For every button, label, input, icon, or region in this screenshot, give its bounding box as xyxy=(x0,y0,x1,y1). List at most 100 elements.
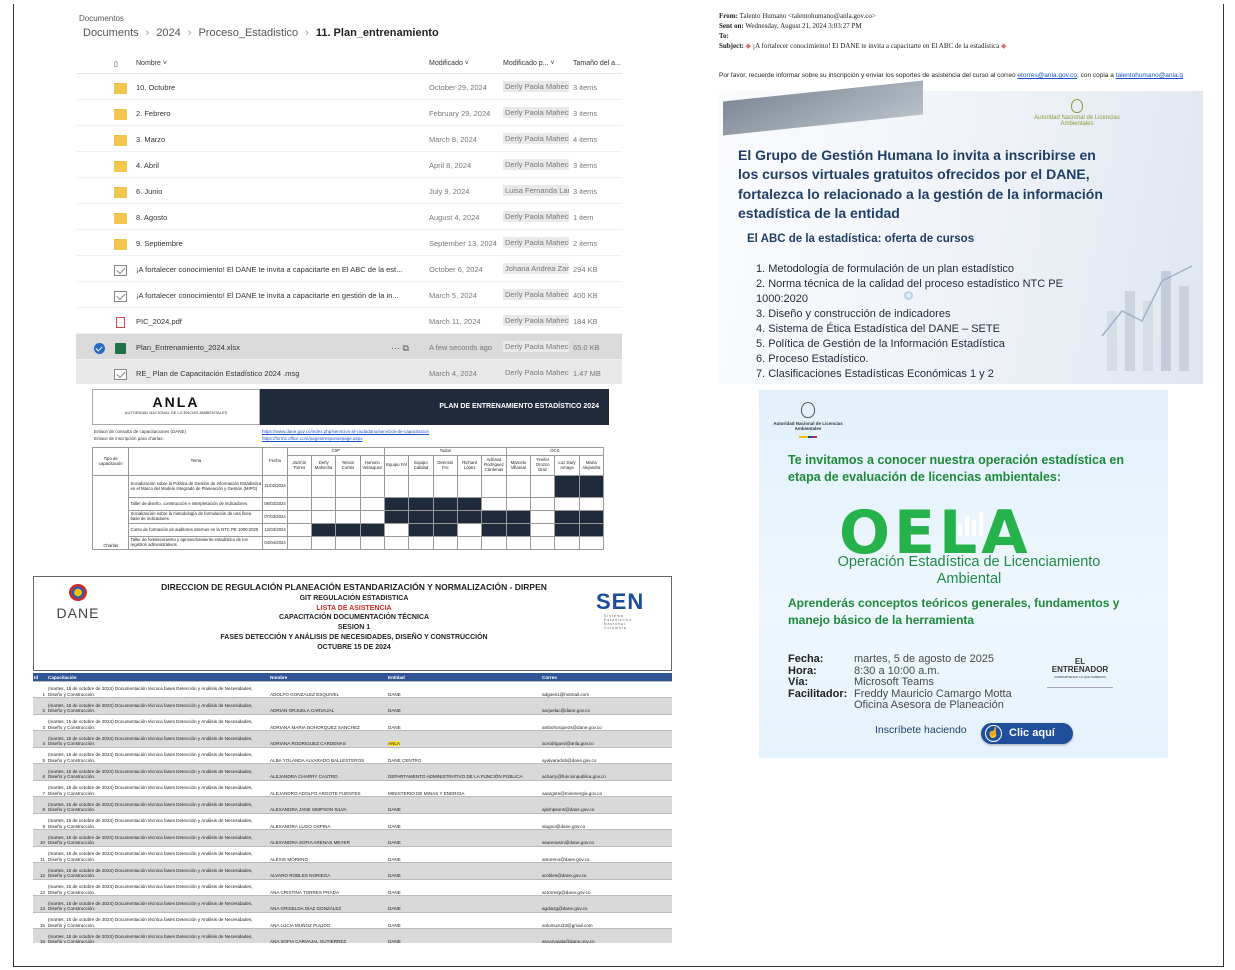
attendance-cell[interactable] xyxy=(310,510,337,524)
attendance-cell[interactable] xyxy=(286,475,312,498)
file-row[interactable]: PIC_2024.pdf March 11, 2024 Derly Paola Ma… xyxy=(76,308,622,334)
attendance-cell[interactable] xyxy=(578,523,605,537)
file-row[interactable]: 9. Septiembre September 13, 2024 Derly Pao… xyxy=(76,230,622,256)
attendance-cell[interactable] xyxy=(383,536,410,550)
attendance-cell[interactable] xyxy=(383,510,410,524)
file-name[interactable]: 6. Junio xyxy=(136,187,416,196)
attendance-cell[interactable] xyxy=(359,475,385,498)
file-row[interactable]: ¡A fortalecer conocimiento! El DANE te i… xyxy=(76,256,622,282)
attendance-cell[interactable] xyxy=(505,523,531,537)
attendance-cell[interactable] xyxy=(408,475,434,498)
attendance-cell[interactable] xyxy=(408,497,434,511)
attendance-cell[interactable] xyxy=(286,523,312,537)
attendance-cell[interactable] xyxy=(335,475,361,498)
attendance-cell[interactable] xyxy=(578,536,605,550)
attendance-cell[interactable] xyxy=(456,475,483,498)
file-row[interactable]: 4. Abril April 8, 2024 Derly Paola Mahecha… xyxy=(76,152,622,178)
column-size[interactable]: Tamaño del a... xyxy=(573,60,621,67)
attendance-cell[interactable] xyxy=(529,497,556,511)
attendance-cell[interactable] xyxy=(359,536,385,550)
attendance-cell[interactable] xyxy=(456,523,483,537)
attendance-cell[interactable] xyxy=(335,523,361,537)
attendance-cell[interactable] xyxy=(481,475,507,498)
column-modified-by[interactable]: Modificado p... ˅ xyxy=(503,60,555,67)
attendance-cell[interactable] xyxy=(529,536,556,550)
attendance-cell[interactable] xyxy=(310,523,337,537)
attendance-cell[interactable] xyxy=(505,475,531,498)
attendance-cell[interactable] xyxy=(432,510,458,524)
column-name[interactable]: Nombre ˅ xyxy=(136,60,167,67)
attendance-cell[interactable] xyxy=(578,497,605,511)
file-row[interactable]: 8. Agosto August 4, 2024 Derly Paola Mahec… xyxy=(76,204,622,230)
attendance-cell[interactable] xyxy=(286,536,312,550)
file-row[interactable]: RE_ Plan de Capacitación Estadístico 202… xyxy=(76,360,622,384)
attendance-cell[interactable] xyxy=(481,523,507,537)
attendance-cell[interactable] xyxy=(578,475,605,498)
breadcrumb-2024[interactable]: 2024 xyxy=(156,27,180,39)
selected-check-icon[interactable] xyxy=(94,343,105,354)
attendance-cell[interactable] xyxy=(359,510,385,524)
attendance-cell[interactable] xyxy=(383,497,410,511)
attendance-cell[interactable] xyxy=(383,523,410,537)
attendance-cell[interactable] xyxy=(286,510,312,524)
attendance-cell[interactable] xyxy=(383,475,410,498)
file-name[interactable]: PIC_2024.pdf xyxy=(136,317,416,326)
attendance-cell[interactable] xyxy=(481,497,507,511)
file-name[interactable]: 2. Febrero xyxy=(136,109,416,118)
attendance-cell[interactable] xyxy=(529,510,556,524)
attendance-cell[interactable] xyxy=(529,523,556,537)
file-row[interactable]: ¡A fortalecer conocimiento! El DANE te i… xyxy=(76,282,622,308)
file-row[interactable]: 10. Octubre October 29, 2024 Derly Paola M… xyxy=(76,74,622,100)
file-name[interactable]: 8. Agosto xyxy=(136,213,416,222)
sheet-link[interactable]: https://forms.office.com/pages/responsep… xyxy=(262,436,362,441)
file-row[interactable]: Plan_Entrenamiento_2024.xlsx ··· ⧉ A few s… xyxy=(76,334,622,360)
attendance-cell[interactable] xyxy=(408,523,434,537)
breadcrumb-documents[interactable]: Documents xyxy=(83,27,139,39)
attendance-cell[interactable] xyxy=(529,475,556,498)
attendance-cell[interactable] xyxy=(456,510,483,524)
file-name[interactable]: Plan_Entrenamiento_2024.xlsx xyxy=(136,343,416,352)
file-name[interactable]: 10. Octubre xyxy=(136,83,416,92)
sheet-link[interactable]: https://www.dane.gov.co/index.php/servic… xyxy=(262,429,429,434)
file-row[interactable]: 2. Febrero February 29, 2024 Derly Paola M… xyxy=(76,100,622,126)
attendance-cell[interactable] xyxy=(335,497,361,511)
attendance-cell[interactable] xyxy=(554,536,580,550)
attendance-cell[interactable] xyxy=(359,523,385,537)
email-link[interactable]: etorres@anla.gov.co xyxy=(1017,72,1077,79)
breadcrumb-proceso[interactable]: Proceso_Estadistico xyxy=(198,27,298,39)
file-row[interactable]: 6. Junio July 9, 2024 Luisa Fernanda Lanch… xyxy=(76,178,622,204)
attendance-cell[interactable] xyxy=(286,497,312,511)
attendance-cell[interactable] xyxy=(359,497,385,511)
attendance-cell[interactable] xyxy=(335,510,361,524)
attendance-cell[interactable] xyxy=(456,536,483,550)
more-options-icon[interactable]: ··· ⧉ xyxy=(391,343,409,354)
attendance-cell[interactable] xyxy=(554,497,580,511)
attendance-cell[interactable] xyxy=(432,497,458,511)
attendance-cell[interactable] xyxy=(456,497,483,511)
attendance-cell[interactable] xyxy=(505,497,531,511)
attendance-cell[interactable] xyxy=(505,510,531,524)
attendance-cell[interactable] xyxy=(310,475,337,498)
file-name[interactable]: ¡A fortalecer conocimiento! El DANE te i… xyxy=(136,265,416,274)
file-name[interactable]: 3. Marzo xyxy=(136,135,416,144)
attendance-cell[interactable] xyxy=(310,536,337,550)
email-link[interactable]: talentohumano@anla.g xyxy=(1116,72,1183,79)
attendance-cell[interactable] xyxy=(554,475,580,498)
attendance-cell[interactable] xyxy=(310,497,337,511)
attendance-cell[interactable] xyxy=(432,536,458,550)
file-name[interactable]: ¡A fortalecer conocimiento! El DANE te i… xyxy=(136,291,416,300)
attendance-cell[interactable] xyxy=(408,536,434,550)
file-name[interactable]: RE_ Plan de Capacitación Estadístico 202… xyxy=(136,369,416,378)
register-button[interactable]: ☝ Clic aquí xyxy=(981,723,1073,744)
file-row[interactable]: 3. Marzo March 8, 2024 Derly Paola Mahecha… xyxy=(76,126,622,152)
attendance-cell[interactable] xyxy=(554,510,580,524)
attendance-cell[interactable] xyxy=(481,510,507,524)
attendance-cell[interactable] xyxy=(432,475,458,498)
attendance-cell[interactable] xyxy=(505,536,531,550)
column-modified[interactable]: Modificado ˅ xyxy=(429,60,469,67)
attendance-cell[interactable] xyxy=(335,536,361,550)
attendance-cell[interactable] xyxy=(578,510,605,524)
attendance-cell[interactable] xyxy=(481,536,507,550)
file-name[interactable]: 4. Abril xyxy=(136,161,416,170)
attendance-cell[interactable] xyxy=(554,523,580,537)
